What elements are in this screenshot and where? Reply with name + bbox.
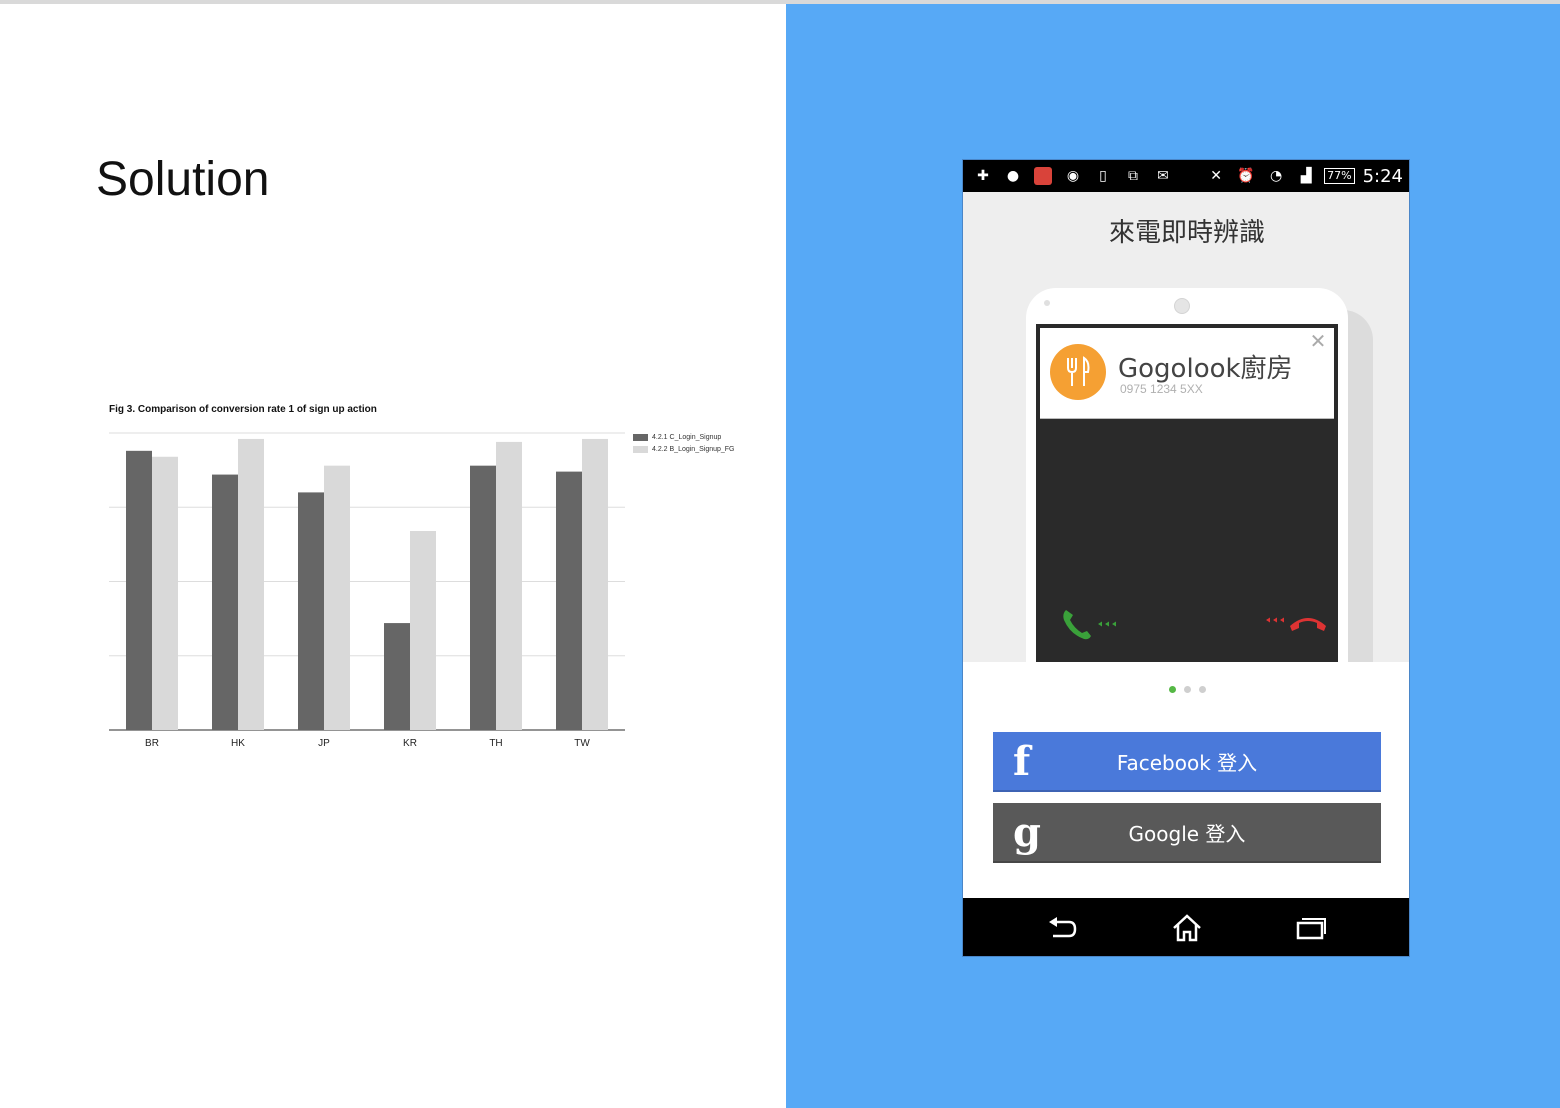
facebook-login-label: Facebook 登入 bbox=[1116, 750, 1258, 775]
page-dot[interactable] bbox=[1183, 686, 1191, 693]
page-indicator bbox=[963, 686, 1409, 693]
slide-title: Solution bbox=[96, 153, 270, 206]
x-tick-label: HK bbox=[231, 738, 245, 749]
app-notification-icon bbox=[1031, 165, 1055, 187]
bar-tw-series-2 bbox=[582, 438, 608, 730]
home-icon[interactable] bbox=[1171, 914, 1203, 942]
legend-swatch bbox=[633, 445, 648, 453]
plus-icon: ✚ bbox=[977, 168, 989, 184]
messenger-icon: ◉ bbox=[1066, 168, 1080, 184]
navigation-bar bbox=[963, 898, 1409, 956]
bar-hk-series-2 bbox=[238, 438, 264, 730]
signal-icon: ▟ bbox=[1300, 168, 1312, 184]
decline-call-icon bbox=[1266, 617, 1326, 631]
legend-label: 4.2.2 B_Login_Signup_FG bbox=[652, 445, 735, 453]
legend-label: 4.2.1 C_Login_Signup bbox=[652, 433, 722, 441]
bar-hk-series-1 bbox=[212, 474, 238, 730]
onboarding-carousel[interactable]: 來電即時辨識 Gogolook廚房 0975 1234 5XX ✕ bbox=[963, 192, 1409, 662]
answer-call-icon bbox=[1063, 610, 1116, 640]
bar-th-series-1 bbox=[470, 465, 496, 730]
page-dot[interactable] bbox=[1168, 686, 1176, 693]
usb-icon: ▯ bbox=[1099, 168, 1107, 184]
phone-screenshot: ✚ ● ◉ ▯ ⧉ ✉ ✕ ⏰ ◔ ▟ 77% 5:24 來電即時辨識 Gogo… bbox=[962, 159, 1410, 957]
legend-swatch bbox=[633, 433, 648, 441]
wifi-icon: ◔ bbox=[1270, 168, 1283, 184]
bar-chart: BR HK JP KR TH TW bbox=[109, 432, 625, 749]
phone-illustration: Gogolook廚房 0975 1234 5XX ✕ bbox=[1026, 288, 1348, 662]
avatar-icon: ● bbox=[1006, 168, 1020, 184]
gmail-icon: ✉ bbox=[1157, 168, 1169, 184]
alarm-icon: ⏰ bbox=[1237, 168, 1255, 184]
battery-indicator: 77% bbox=[1324, 168, 1355, 184]
onboarding-title: 來電即時辨識 bbox=[1108, 218, 1265, 248]
close-icon: ✕ bbox=[1309, 331, 1327, 353]
incoming-call-screen: Gogolook廚房 0975 1234 5XX ✕ bbox=[1036, 324, 1338, 662]
restaurant-icon bbox=[1050, 344, 1106, 400]
bar-th-series-2 bbox=[496, 441, 522, 730]
google-login-label: Google 登入 bbox=[1128, 821, 1246, 846]
x-tick-label: JP bbox=[318, 738, 330, 749]
caller-name: Gogolook廚房 bbox=[1118, 354, 1293, 384]
google-login-button[interactable]: g Google 登入 bbox=[993, 803, 1381, 863]
google-icon: g bbox=[1013, 809, 1041, 856]
chart-legend: 4.2.1 C_Login_Signup 4.2.2 B_Login_Signu… bbox=[633, 431, 735, 455]
facebook-icon: f bbox=[1013, 738, 1031, 785]
caller-id-card: Gogolook廚房 0975 1234 5XX ✕ bbox=[1040, 328, 1334, 419]
page-dot[interactable] bbox=[1198, 686, 1206, 693]
x-tick-label: TW bbox=[574, 738, 590, 749]
phone-speaker bbox=[1174, 298, 1190, 314]
bar-kr-series-1 bbox=[384, 623, 410, 730]
x-tick-label: BR bbox=[145, 738, 159, 749]
back-icon[interactable] bbox=[1047, 914, 1079, 942]
bluetooth-off-icon: ✕ bbox=[1210, 168, 1222, 184]
status-bar: ✚ ● ◉ ▯ ⧉ ✉ ✕ ⏰ ◔ ▟ 77% 5:24 bbox=[963, 160, 1409, 192]
screens-icon: ⧉ bbox=[1128, 168, 1138, 184]
chart-title: Fig 3. Comparison of conversion rate 1 o… bbox=[109, 404, 377, 415]
x-tick-label: KR bbox=[403, 738, 417, 749]
phone-sensor bbox=[1044, 300, 1050, 306]
x-tick-label: TH bbox=[489, 738, 502, 749]
bar-jp-series-1 bbox=[298, 492, 324, 730]
clock: 5:24 bbox=[1362, 165, 1403, 187]
caller-number: 0975 1234 5XX bbox=[1120, 382, 1203, 396]
legend-item-series-1: 4.2.1 C_Login_Signup bbox=[633, 431, 735, 443]
facebook-login-button[interactable]: f Facebook 登入 bbox=[993, 732, 1381, 792]
bar-br-series-2 bbox=[152, 456, 178, 730]
bar-tw-series-1 bbox=[556, 471, 582, 730]
bar-jp-series-2 bbox=[324, 465, 350, 730]
recent-apps-icon[interactable] bbox=[1295, 914, 1327, 942]
legend-item-series-2: 4.2.2 B_Login_Signup_FG bbox=[633, 443, 735, 455]
bar-kr-series-2 bbox=[410, 531, 436, 730]
bar-br-series-1 bbox=[126, 450, 152, 730]
